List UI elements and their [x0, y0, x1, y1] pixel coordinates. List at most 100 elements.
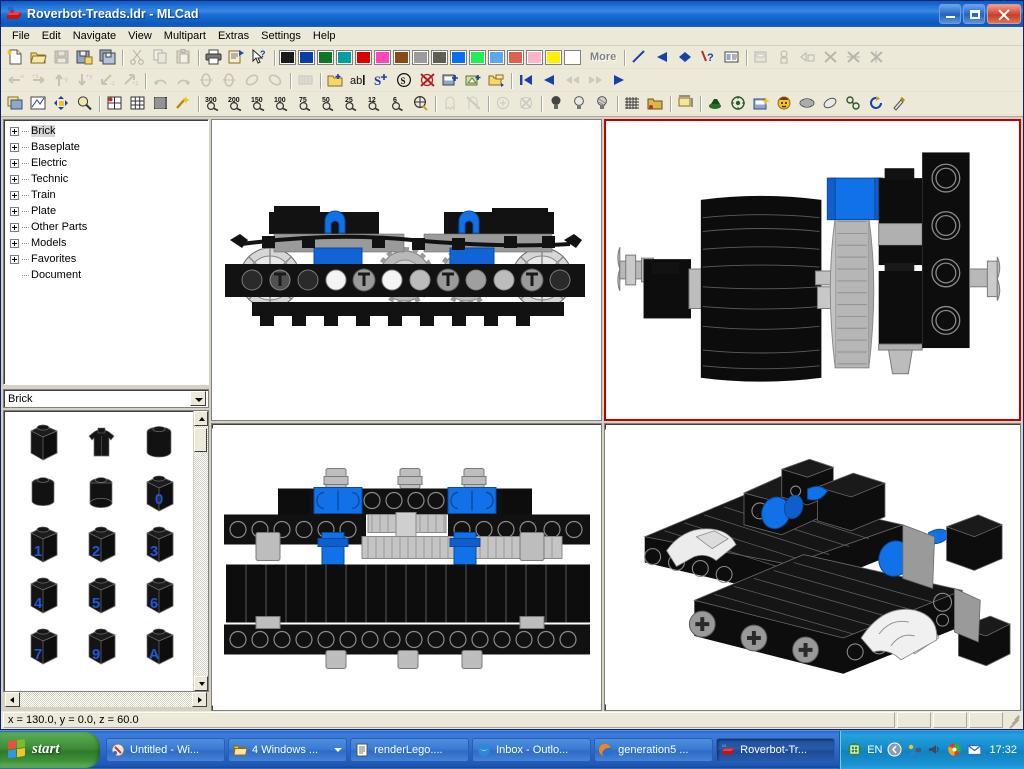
part-brick-1x1-letter-3[interactable]: 3 [131, 519, 189, 570]
print-icon[interactable] [202, 46, 225, 68]
ghost-part-icon[interactable] [439, 92, 462, 114]
rotate-x-ccw-icon[interactable] [172, 69, 195, 91]
menu-help[interactable]: Help [307, 28, 342, 44]
rotate-y-ccw-icon[interactable] [218, 69, 241, 91]
tree-item-favorites[interactable]: Favorites [10, 251, 208, 267]
zoom-12-button[interactable]: 12 [363, 92, 386, 114]
show-hidden-icons-chevron[interactable] [887, 742, 902, 757]
add-submodel-icon[interactable] [485, 69, 508, 91]
part-minifig-torso[interactable] [72, 417, 130, 468]
rotate-z-cw-icon[interactable] [241, 69, 264, 91]
expand-icon[interactable] [10, 207, 19, 216]
tree-item-plate[interactable]: Plate [10, 203, 208, 219]
part-brick-1x1-letter-A[interactable]: A [131, 621, 189, 672]
color-salmon[interactable] [507, 50, 524, 65]
mail-icon[interactable] [967, 742, 982, 757]
zoom-100-button[interactable]: 100 [271, 92, 294, 114]
zoom-to-fit-icon[interactable] [409, 92, 432, 114]
palette-horizontal-scrollbar[interactable] [5, 692, 207, 707]
multiple-views-icon[interactable] [4, 92, 27, 114]
expand-icon[interactable] [10, 255, 19, 264]
viewport-top[interactable] [211, 423, 602, 711]
delete-cross-2-icon[interactable] [842, 46, 865, 68]
snapshot-icon[interactable] [750, 46, 773, 68]
open-folder-icon[interactable] [27, 46, 50, 68]
zoom-50-button[interactable]: 50 [317, 92, 340, 114]
save-as-icon[interactable] [73, 46, 96, 68]
scroll-up-button[interactable] [194, 411, 208, 426]
print-preview-icon[interactable] [225, 46, 248, 68]
paint-part-icon[interactable] [888, 92, 911, 114]
scroll-down-button[interactable] [194, 676, 208, 691]
pov-export-icon[interactable] [727, 92, 750, 114]
volume-icon[interactable] [927, 742, 942, 757]
menu-settings[interactable]: Settings [255, 28, 307, 44]
maximize-button[interactable] [963, 4, 985, 24]
lighting-icon[interactable] [172, 92, 195, 114]
help-pointer-icon[interactable]: ? [248, 46, 271, 68]
palette-vertical-scrollbar[interactable] [193, 411, 208, 691]
category-combo[interactable]: Brick [3, 389, 209, 408]
fast-forward-icon[interactable] [584, 69, 607, 91]
go-next-step-icon[interactable] [607, 69, 630, 91]
remove-rotation-step-icon[interactable] [416, 69, 439, 91]
flexible-part-icon[interactable] [819, 92, 842, 114]
antivirus-icon[interactable] [947, 742, 962, 757]
grid-overlay-icon[interactable] [621, 92, 644, 114]
color-bright-green[interactable] [469, 50, 486, 65]
light-spot-icon[interactable] [591, 92, 614, 114]
part-brick-1x1-letter-1[interactable]: 1 [14, 519, 72, 570]
language-bar-icon[interactable] [847, 742, 862, 757]
add-model-icon[interactable] [439, 69, 462, 91]
zoom-6-button[interactable]: 6 [386, 92, 409, 114]
go-previous-step-icon[interactable] [538, 69, 561, 91]
color-light-blue[interactable] [488, 50, 505, 65]
zoom-150-button[interactable]: 150 [248, 92, 271, 114]
add-rotation-step-icon[interactable]: S [393, 69, 416, 91]
add-comment-icon[interactable]: ab [347, 69, 370, 91]
menu-extras[interactable]: Extras [212, 28, 255, 44]
copy-icon[interactable] [149, 46, 172, 68]
rotate-x-cw-icon[interactable] [149, 69, 172, 91]
zoom-75-button[interactable]: 75 [294, 92, 317, 114]
light-dark-icon[interactable] [545, 92, 568, 114]
pen-line-icon[interactable] [628, 46, 651, 68]
menu-edit[interactable]: Edit [36, 28, 67, 44]
move-down-y-icon[interactable]: +y [73, 69, 96, 91]
tree-item-electric[interactable]: Electric [10, 155, 208, 171]
part-brick-round-1x1[interactable] [131, 417, 189, 468]
menu-multipart[interactable]: Multipart [158, 28, 212, 44]
color-blue[interactable] [298, 50, 315, 65]
clock[interactable]: 17:32 [989, 744, 1017, 756]
scroll-thumb[interactable] [194, 428, 207, 452]
grid-coarse-icon[interactable] [126, 92, 149, 114]
tree-item-technic[interactable]: Technic [10, 171, 208, 187]
scroll-track-horizontal[interactable] [20, 692, 192, 707]
save-disk-icon[interactable] [50, 46, 73, 68]
part-brick-1x1-letter-6[interactable]: 6 [131, 570, 189, 621]
properties-icon[interactable] [720, 46, 743, 68]
expand-icon[interactable] [10, 127, 19, 136]
color-dark-gray[interactable] [431, 50, 448, 65]
color-brown[interactable] [393, 50, 410, 65]
tree-item-baseplate[interactable]: Baseplate [10, 139, 208, 155]
zoom-300-button[interactable]: 300 [202, 92, 225, 114]
rotate-z-ccw-icon[interactable] [264, 69, 287, 91]
rewind-icon[interactable] [561, 69, 584, 91]
part-brick-round-1x1-b[interactable] [14, 468, 72, 519]
add-bfc-icon[interactable] [462, 69, 485, 91]
hide-part-icon[interactable] [492, 92, 515, 114]
cut-scissors-icon[interactable] [126, 46, 149, 68]
part-brick-1x1-letter-9[interactable]: 9 [72, 621, 130, 672]
scroll-track[interactable] [194, 426, 208, 676]
menu-file[interactable]: File [6, 28, 36, 44]
part-brick-1x1-letter-5[interactable]: 5 [72, 570, 130, 621]
open-model-icon[interactable] [644, 92, 667, 114]
tree-item-document[interactable]: Document [10, 267, 208, 283]
zoom-200-button[interactable]: 200 [225, 92, 248, 114]
grid-fine-icon[interactable] [149, 92, 172, 114]
save-all-icon[interactable] [96, 46, 119, 68]
parts-palette[interactable]: 0 1 2 3 4 [3, 410, 209, 692]
split-view-icon[interactable] [103, 92, 126, 114]
render-icon[interactable] [796, 92, 819, 114]
